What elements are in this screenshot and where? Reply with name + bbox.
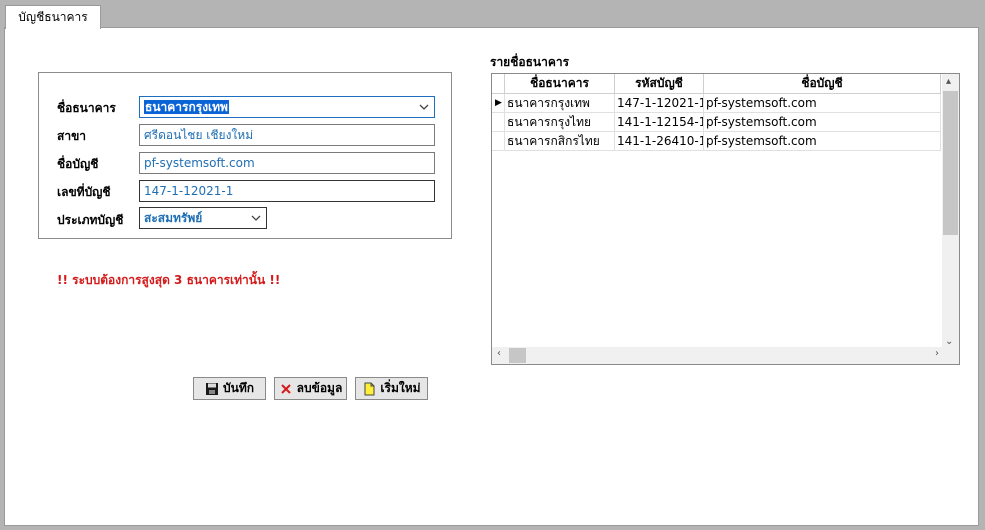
cell-code: 147-1-12021-1 [617, 94, 704, 112]
account-name-label: ชื่อบัญชี [57, 157, 99, 171]
column-header-code[interactable]: รหัสบัญชี [615, 74, 704, 93]
row-indicator-header [492, 74, 505, 93]
save-button[interactable]: บันทึก [193, 377, 266, 400]
grid-title: รายชื่อธนาคาร [490, 55, 570, 69]
chevron-down-icon [419, 104, 429, 110]
horizontal-scroll-thumb[interactable] [509, 348, 526, 363]
chevron-down-icon [251, 215, 261, 221]
account-type-select[interactable]: สะสมทรัพย์ [139, 207, 267, 229]
new-document-icon [364, 382, 375, 395]
cell-code: 141-1-12154-1 [617, 113, 704, 131]
save-button-label: บันทึก [223, 381, 254, 395]
grid-header: ชื่อธนาคาร รหัสบัญชี ชื่อบัญชี [492, 74, 941, 94]
row-indicator [492, 132, 505, 150]
account-number-label: เลขที่บัญชี [57, 185, 111, 199]
horizontal-scrollbar[interactable]: ‹ › [492, 347, 944, 364]
new-button-label: เริ่มใหม่ [380, 381, 421, 395]
bank-select[interactable]: ธนาคารกรุงเทพ [139, 96, 435, 118]
limit-warning: !! ระบบต้องการสูงสุด 3 ธนาคารเท่านั้น !! [57, 273, 281, 287]
bank-label: ชื่อธนาคาร [57, 101, 116, 115]
bank-select-value: ธนาคารกรุงเทพ [144, 100, 229, 114]
row-pointer-icon: ▶ [492, 94, 505, 112]
account-type-label: ประเภทบัญชี [57, 213, 124, 227]
table-row[interactable]: ▶ ธนาคารกรุงเทพ 147-1-12021-1 pf-systems… [492, 94, 941, 113]
row-indicator [492, 113, 505, 131]
vertical-scroll-thumb[interactable] [943, 91, 958, 235]
vertical-scrollbar[interactable]: ▴ ⌄ [942, 74, 959, 349]
delete-button-label: ลบข้อมูล [296, 381, 343, 395]
account-number-field[interactable]: 147-1-12021-1 [139, 180, 435, 202]
column-header-bank[interactable]: ชื่อธนาคาร [505, 74, 615, 93]
cell-bank: ธนาคารกรุงเทพ [505, 94, 615, 112]
account-type-value: สะสมทรัพย์ [144, 211, 203, 225]
cell-bank: ธนาคารกรุงไทย [505, 113, 615, 131]
bank-list-grid[interactable]: ชื่อธนาคาร รหัสบัญชี ชื่อบัญชี ▶ ธนาคารก… [491, 73, 960, 365]
scroll-right-icon[interactable]: › [935, 348, 939, 359]
main-panel: ชื่อธนาคาร ธนาคารกรุงเทพ สาขา ศรีดอนไชย … [4, 27, 979, 526]
floppy-disk-icon [206, 382, 218, 395]
branch-label: สาขา [57, 129, 87, 143]
scroll-left-icon[interactable]: ‹ [497, 348, 501, 359]
new-button[interactable]: เริ่มใหม่ [355, 377, 428, 400]
cell-account-name: pf-systemsoft.com [704, 132, 941, 150]
cell-bank: ธนาคารกสิกรไทย [505, 132, 615, 150]
scroll-up-icon[interactable]: ▴ [946, 76, 951, 87]
cell-account-name: pf-systemsoft.com [704, 113, 941, 131]
cell-code: 141-1-26410-1 [617, 132, 704, 150]
account-name-field[interactable]: pf-systemsoft.com [139, 152, 435, 174]
delete-button[interactable]: ลบข้อมูล [274, 377, 347, 400]
branch-field[interactable]: ศรีดอนไชย เชียงใหม่ [139, 124, 435, 146]
column-header-account-name[interactable]: ชื่อบัญชี [704, 74, 941, 93]
table-row[interactable]: ธนาคารกสิกรไทย 141-1-26410-1 pf-systemso… [492, 132, 941, 151]
delete-x-icon [280, 383, 291, 394]
scroll-down-icon[interactable]: ⌄ [945, 336, 953, 347]
table-row[interactable]: ธนาคารกรุงไทย 141-1-12154-1 pf-systemsof… [492, 113, 941, 132]
scrollbar-corner [942, 347, 959, 364]
cell-account-name: pf-systemsoft.com [704, 94, 941, 112]
bank-form: ชื่อธนาคาร ธนาคารกรุงเทพ สาขา ศรีดอนไชย … [38, 72, 452, 239]
tab-bank-accounts[interactable]: บัญชีธนาคาร [5, 5, 101, 29]
